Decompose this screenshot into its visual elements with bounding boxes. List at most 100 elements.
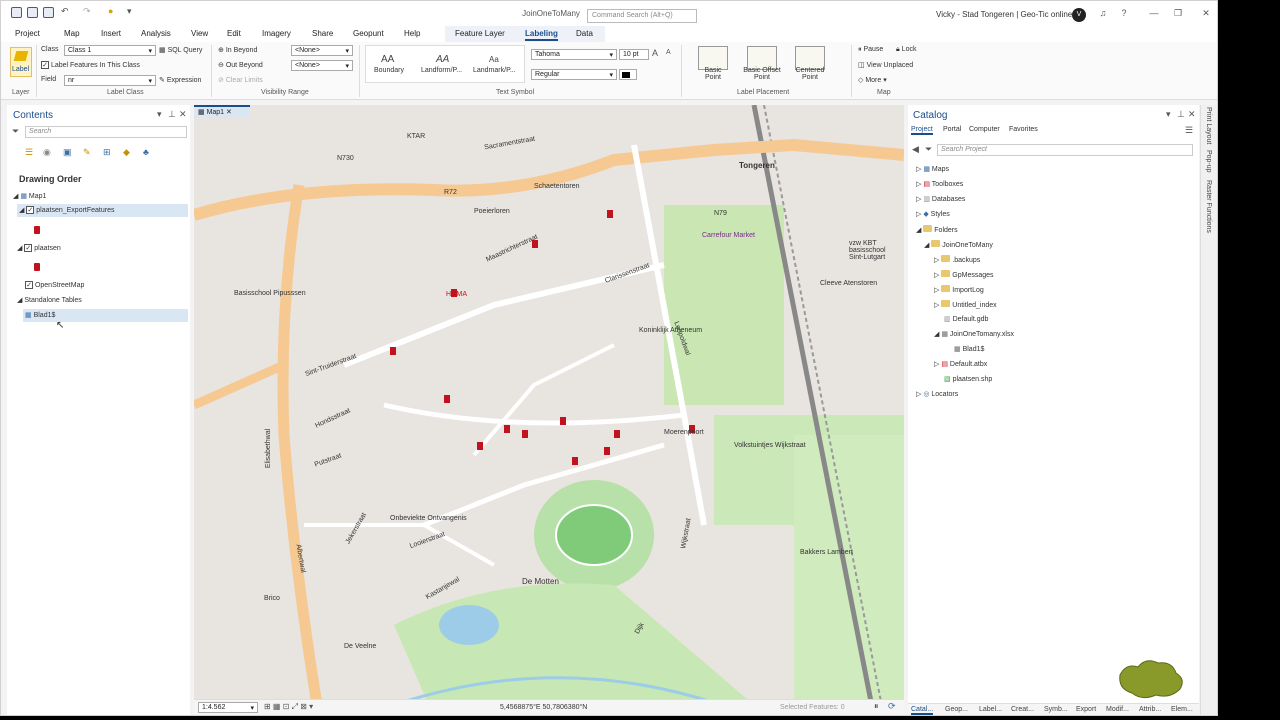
label-toggle-button[interactable]: Label [10,47,32,77]
view-unplaced-button[interactable]: ◫ View Unplaced [858,61,913,69]
tree-item-standalone[interactable]: ◢ Standalone Tables [17,296,82,304]
increase-font-icon[interactable]: A [652,48,658,58]
tab-data[interactable]: Data [576,29,593,38]
bottom-tab-modify[interactable]: Modif... [1106,706,1129,713]
bottom-tab-catalog[interactable]: Catal... [911,706,934,715]
tree-item-osm[interactable]: ✓ OpenStreetMap [25,281,84,289]
tab-feature-layer[interactable]: Feature Layer [455,29,505,38]
catalog-item-default-atbx[interactable]: ▷ ▤ Default.atbx [934,360,987,368]
tree-item-plaatsen-export[interactable]: ◢ ✓ plaatsen_ExportFeatures [17,204,188,217]
bottom-tab-export[interactable]: Export [1076,706,1096,713]
editing-icon[interactable]: ✎ [83,147,91,158]
out-beyond-button[interactable]: ⊖ Out Beyond [218,61,263,69]
bottom-tab-symbology[interactable]: Symb... [1044,706,1068,713]
catalog-item-default-gdb[interactable]: ▥ Default.gdb [944,315,988,323]
map-tab[interactable]: ▦ Map1 ✕ [194,105,250,118]
sql-query-button[interactable]: ▦ SQL Query [159,46,202,54]
pane-menu-icon[interactable]: ▾ [157,109,162,120]
redo-icon[interactable]: ↷ [83,6,91,17]
map-marker-icon[interactable] [477,442,483,450]
project-icon[interactable] [11,7,22,18]
tab-help[interactable]: Help [404,29,420,38]
font-style-select[interactable]: Regular ▾ [531,69,617,80]
tab-edit[interactable]: Edit [227,29,241,38]
catalog-item-xlsx[interactable]: ◢ ▦ JoinOneTomany.xlsx [934,330,1014,338]
pane-menu-icon[interactable]: ▾ [1166,109,1171,120]
catalog-item-styles[interactable]: ▷ ◆ Styles [916,210,950,218]
catalog-item-folders[interactable]: ◢ Folders [916,225,958,234]
bottom-tab-geopunt[interactable]: Geop... [945,706,968,713]
map-marker-icon[interactable] [607,210,613,218]
open-icon[interactable] [43,7,54,18]
selection-icon[interactable]: ▣ [63,147,72,158]
bottom-tab-attributes[interactable]: Attrib... [1139,706,1161,713]
lock-button[interactable]: 🔒︎ Lock [896,46,916,54]
catalog-tab-favorites[interactable]: Favorites [1009,126,1038,133]
catalog-item-locators[interactable]: ▷ ◎ Locators [916,390,958,398]
close-pane-icon[interactable]: ✕ [179,109,187,120]
class-select[interactable]: Class 1 ▾ [64,45,156,56]
data-source-icon[interactable]: ◉ [43,147,51,158]
notification-icon[interactable]: ♫ [1095,8,1111,18]
minimize-icon[interactable]: — [1146,8,1162,18]
tab-map[interactable]: Map [64,29,80,38]
tab-labeling[interactable]: Labeling [525,29,558,41]
placement-basic-offset-point[interactable]: Basic Offset Point [739,67,785,81]
font-select[interactable]: Tahoma ▾ [531,49,617,60]
map-nav-icons[interactable]: ⊞ ▦ ⊡ ⤢ ⊠ ▾ [264,702,313,712]
filter-icon[interactable]: ⏷ [925,144,932,155]
hamburger-icon[interactable]: ☰ [1185,125,1193,136]
labeling-icon[interactable]: ◆ [123,147,130,158]
out-beyond-select[interactable]: <None> ▾ [291,60,353,71]
bottom-tab-elements[interactable]: Elem... [1171,706,1193,713]
catalog-tab-computer[interactable]: Computer [969,126,1000,133]
tree-item-map1[interactable]: ◢ ▦ Map1 [13,192,46,200]
avatar[interactable]: V [1072,8,1086,22]
pin-icon[interactable]: ⊥ [1177,109,1185,120]
expression-button[interactable]: ✎ Expression [159,76,201,84]
font-color-picker[interactable] [619,69,637,80]
font-size-select[interactable]: 10 pt [619,49,649,60]
catalog-item-plaatsen-shp[interactable]: ▧ plaatsen.shp [944,375,992,383]
map-marker-icon[interactable] [522,430,528,438]
tree-item-blad1[interactable]: ▦ Blad1$ [23,309,188,322]
new-icon[interactable] [27,7,38,18]
undo-icon[interactable]: ↶ [61,6,69,17]
tab-share[interactable]: Share [312,29,333,38]
catalog-item-untitled-index[interactable]: ▷ Untitled_index [934,300,997,309]
command-search[interactable]: Command Search (Alt+Q) [587,9,697,23]
customize-icon[interactable]: ▾ [127,6,132,17]
catalog-item-joinonetomany[interactable]: ◢ JoinOneToMany [924,240,993,249]
map-marker-icon[interactable] [444,395,450,403]
scale-select[interactable]: 1:4.562 ▾ [198,702,258,713]
snapping-icon[interactable]: ⊞ [103,147,111,158]
drawing-order-icon[interactable]: ☰ [25,147,33,158]
filter-icon[interactable]: ⏷ [12,126,19,137]
more-button[interactable]: ◇ More ▾ [858,76,887,84]
catalog-tab-project[interactable]: Project [911,126,933,135]
tab-project[interactable]: Project [15,29,40,38]
in-beyond-button[interactable]: ⊕ In Beyond [218,46,257,54]
tab-insert[interactable]: Insert [101,29,121,38]
tab-view[interactable]: View [191,29,208,38]
close-icon[interactable]: ✕ [1198,8,1214,19]
style-landform[interactable]: Landform/P... [421,67,462,74]
in-beyond-select[interactable]: <None> ▾ [291,45,353,56]
map-marker-icon[interactable] [614,430,620,438]
pause-draw-icon[interactable]: ⏸ [874,701,879,712]
decrease-font-icon[interactable]: A [666,49,671,56]
lightbulb-icon[interactable]: ● [108,6,113,16]
map-marker-icon[interactable] [572,457,578,465]
style-boundary[interactable]: Boundary [374,67,404,74]
refresh-icon[interactable]: ⟳ [888,701,896,712]
catalog-item-backups[interactable]: ▷ .backups [934,255,980,264]
bottom-tab-labeling[interactable]: Label... [979,706,1002,713]
placement-centered-point[interactable]: Centered Point [791,67,829,81]
pause-button[interactable]: ⏸ Pause [858,46,883,54]
catalog-item-gpmessages[interactable]: ▷ GpMessages [934,270,994,279]
pin-icon[interactable]: ⊥ [168,109,176,120]
side-tab-popup[interactable]: Pop-up [1205,150,1212,173]
tab-geopunt[interactable]: Geopunt [353,29,384,38]
tab-imagery[interactable]: Imagery [262,29,291,38]
close-pane-icon[interactable]: ✕ [1188,109,1196,120]
